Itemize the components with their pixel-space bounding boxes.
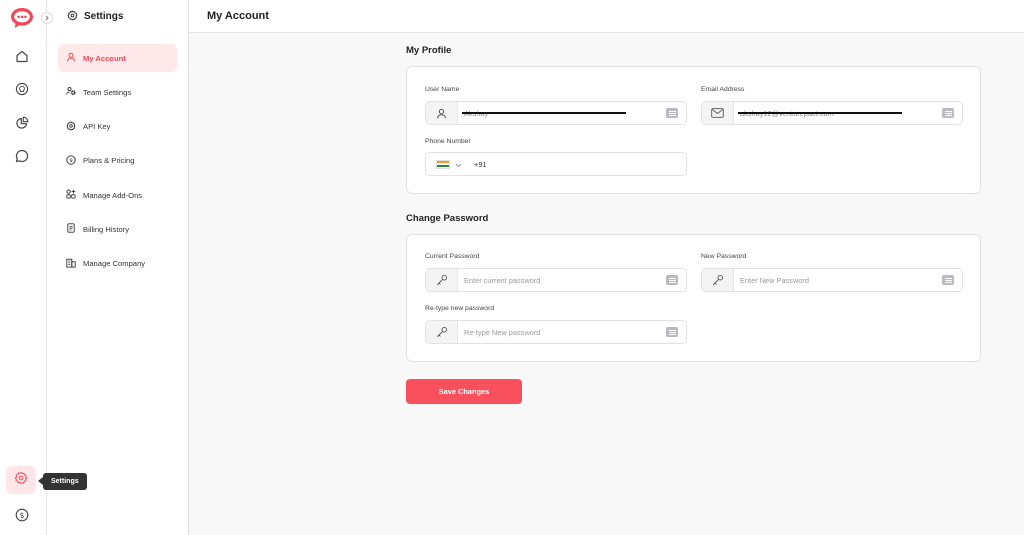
sidebar-item-label: Manage Company — [83, 259, 146, 269]
country-select[interactable] — [426, 153, 474, 175]
bulb-icon[interactable] — [12, 79, 32, 99]
sidebar-item-billing-history[interactable]: Billing History — [58, 215, 177, 243]
sidebar-item-my-account[interactable]: My Account — [58, 44, 177, 72]
chart-pie-icon[interactable] — [12, 113, 32, 133]
key-icon — [702, 269, 734, 291]
settings-icon — [14, 471, 28, 490]
settings-nav: My Account Team Settings API Key $ Plans… — [47, 44, 188, 278]
my-profile-title: My Profile — [406, 45, 452, 56]
svg-text:$: $ — [20, 511, 25, 520]
sidebar-item-label: Team Settings — [83, 87, 132, 97]
key-icon — [426, 321, 458, 343]
addons-icon — [66, 189, 76, 201]
username-value-wrap: Akshay — [458, 109, 666, 118]
redaction-line — [738, 112, 902, 114]
user-icon — [426, 102, 458, 124]
mail-icon — [702, 102, 734, 124]
icon-rail: $ — [0, 0, 53, 535]
email-label: Email Address — [701, 86, 745, 93]
redaction-line — [462, 112, 626, 114]
field-menu-icon[interactable] — [942, 275, 954, 285]
home-icon[interactable] — [12, 46, 32, 66]
app-logo-icon[interactable] — [10, 7, 34, 29]
settings-rail-button[interactable] — [6, 466, 36, 494]
field-menu-icon[interactable] — [666, 275, 678, 285]
sidebar-item-label: API Key — [83, 122, 111, 132]
new-password-label: New Password — [701, 253, 747, 260]
field-menu-icon[interactable] — [666, 327, 678, 337]
save-changes-button[interactable]: Save Changes — [406, 379, 522, 404]
sidebar-header: Settings — [47, 0, 188, 33]
chevron-down-icon — [455, 155, 462, 173]
expand-sidebar-button[interactable] — [41, 12, 53, 24]
sidebar-item-plans-pricing[interactable]: $ Plans & Pricing — [58, 147, 177, 175]
document-icon — [66, 223, 76, 235]
sidebar-item-label: Billing History — [83, 224, 129, 234]
chat-icon[interactable] — [12, 146, 32, 166]
email-field[interactable]: akshay12@venturepact.com — [701, 101, 963, 125]
phone-code: +91 — [474, 159, 487, 169]
gear-icon — [67, 10, 78, 24]
dollar-icon: $ — [66, 155, 76, 167]
new-password-input[interactable]: Enter New Password — [734, 276, 942, 285]
retype-password-label: Re-type new password — [425, 305, 495, 312]
svg-text:$: $ — [69, 158, 73, 164]
current-password-input[interactable]: Enter current password — [458, 276, 666, 285]
sidebar-item-label: Manage Add-Ons — [83, 190, 143, 200]
email-value-wrap: akshay12@venturepact.com — [734, 109, 942, 118]
india-flag-icon — [436, 159, 450, 169]
page-title: My Account — [207, 10, 269, 22]
new-password-field[interactable]: Enter New Password — [701, 268, 963, 292]
key-icon — [426, 269, 458, 291]
phone-label: Phone Number — [425, 138, 471, 145]
phone-field[interactable]: +91 — [425, 152, 687, 176]
building-icon — [66, 258, 76, 270]
field-menu-icon[interactable] — [942, 108, 954, 118]
settings-tooltip: Settings — [38, 473, 87, 490]
sidebar-item-label: My Account — [83, 53, 126, 63]
change-password-title: Change Password — [406, 213, 489, 224]
settings-sidebar: Settings My Account Team Settings API Ke… — [47, 0, 189, 535]
current-password-field[interactable]: Enter current password — [425, 268, 687, 292]
current-password-label: Current Password — [425, 253, 480, 260]
retype-password-input[interactable]: Re-type New password — [458, 328, 666, 337]
page-header: My Account — [189, 0, 1024, 33]
sidebar-title: Settings — [84, 11, 124, 22]
sidebar-item-manage-add-ons[interactable]: Manage Add-Ons — [58, 181, 177, 209]
username-label: User Name — [425, 86, 460, 93]
password-card: Current Password Enter current password … — [406, 234, 981, 362]
sidebar-item-api-key[interactable]: API Key — [58, 113, 177, 141]
team-icon — [66, 86, 76, 98]
user-icon — [66, 52, 76, 64]
retype-password-field[interactable]: Re-type New password — [425, 320, 687, 344]
profile-card: User Name Akshay Email Address akshay12@… — [406, 66, 981, 194]
sidebar-item-team-settings[interactable]: Team Settings — [58, 78, 177, 106]
username-field[interactable]: Akshay — [425, 101, 687, 125]
field-menu-icon[interactable] — [666, 108, 678, 118]
sidebar-item-label: Plans & Pricing — [83, 156, 135, 166]
sidebar-item-manage-company[interactable]: Manage Company — [58, 250, 177, 278]
gear-icon — [66, 121, 76, 133]
dollar-icon[interactable]: $ — [12, 505, 32, 525]
